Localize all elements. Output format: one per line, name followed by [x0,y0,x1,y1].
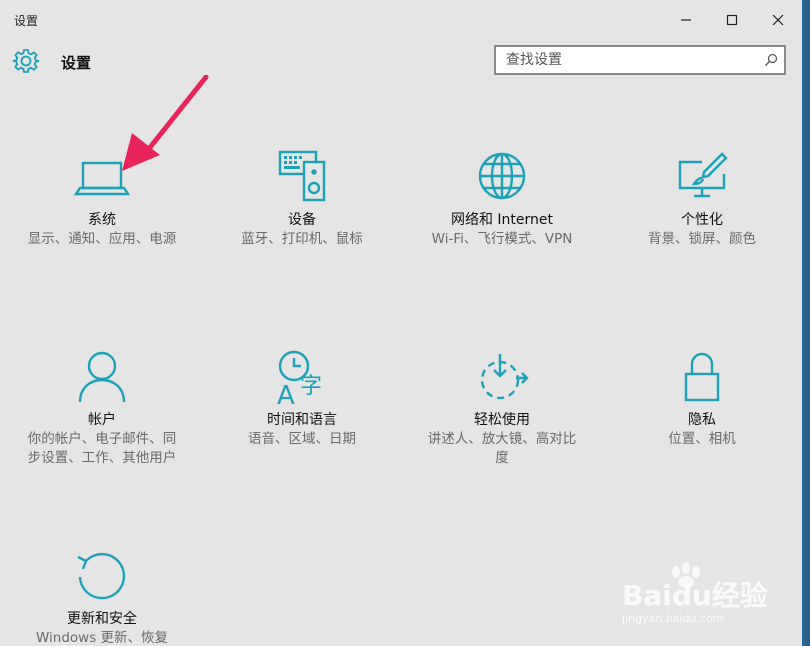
minimize-icon [681,19,691,21]
tile-description: 讲述人、放大镜、高对比度 [427,431,577,466]
close-button[interactable] [758,6,798,34]
lock-icon [684,352,720,402]
tile-accounts[interactable]: 帐户 你的帐户、电子邮件、同步设置、工作、其他用户 [2,348,202,468]
tile-time-language[interactable]: A 字 时间和语言 语音、区域、日期 [202,348,402,449]
person-icon [78,351,126,403]
watermark-text: Baidu经验 [622,579,768,612]
tile-label: 个性化 [681,212,723,228]
tile-devices[interactable]: 设备 蓝牙、打印机、鼠标 [202,148,402,249]
tile-description: Windows 更新、恢复 [35,630,169,646]
tile-label: 隐私 [688,412,716,428]
svg-text:字: 字 [300,374,322,399]
maximize-icon [726,14,738,26]
tile-label: 轻松使用 [474,412,530,428]
tile-label: 设备 [288,212,316,228]
svg-text:A: A [277,381,295,408]
tile-label: 帐户 [88,412,116,428]
tile-description: 显示、通知、应用、电源 [27,231,177,247]
tile-label: 更新和安全 [67,611,137,627]
search-icon[interactable] [764,53,778,67]
title-bar[interactable]: 设置 [0,0,802,38]
time-language-icon: A 字 [277,350,322,408]
paintbrush-icon [678,152,728,198]
tile-privacy[interactable]: 隐私 位置、相机 [602,348,802,449]
tile-description: 蓝牙、打印机、鼠标 [241,231,363,247]
tile-label: 网络和 Internet [450,212,554,228]
tile-network[interactable]: 网络和 Internet Wi-Fi、飞行模式、VPN [402,148,602,249]
watermark: Baidu经验 jingyan.baidu.com [620,560,780,632]
tile-description: Wi-Fi、飞行模式、VPN [431,231,573,247]
watermark-subtext: jingyan.baidu.com [622,612,724,625]
page-title: 设置 [61,54,92,72]
search-input[interactable] [496,47,766,73]
window-title: 设置 [14,14,39,28]
tile-update-security[interactable]: 更新和安全 Windows 更新、恢复 [2,547,202,646]
gear-icon [12,49,40,73]
close-icon [772,14,784,26]
settings-window: 设置 设置 系统 显示、通知、应用、电源 [0,0,804,646]
tile-ease-of-access[interactable]: 轻松使用 讲述人、放大镜、高对比度 [402,348,602,468]
tile-description: 背景、锁屏、颜色 [648,231,756,247]
update-icon [77,552,126,600]
globe-icon [478,152,526,200]
maximize-button[interactable] [712,6,752,34]
devices-icon [278,150,326,202]
tile-description: 你的帐户、电子邮件、同步设置、工作、其他用户 [27,431,177,466]
minimize-button[interactable] [666,6,706,34]
ease-of-access-icon [480,354,529,400]
tile-personalization[interactable]: 个性化 背景、锁屏、颜色 [602,148,802,249]
red-arrow-icon [122,75,209,171]
tile-label: 时间和语言 [267,412,337,428]
tile-label: 系统 [88,212,116,228]
search-box[interactable] [494,45,786,75]
tile-description: 语音、区域、日期 [248,431,356,447]
tile-description: 位置、相机 [668,431,736,447]
